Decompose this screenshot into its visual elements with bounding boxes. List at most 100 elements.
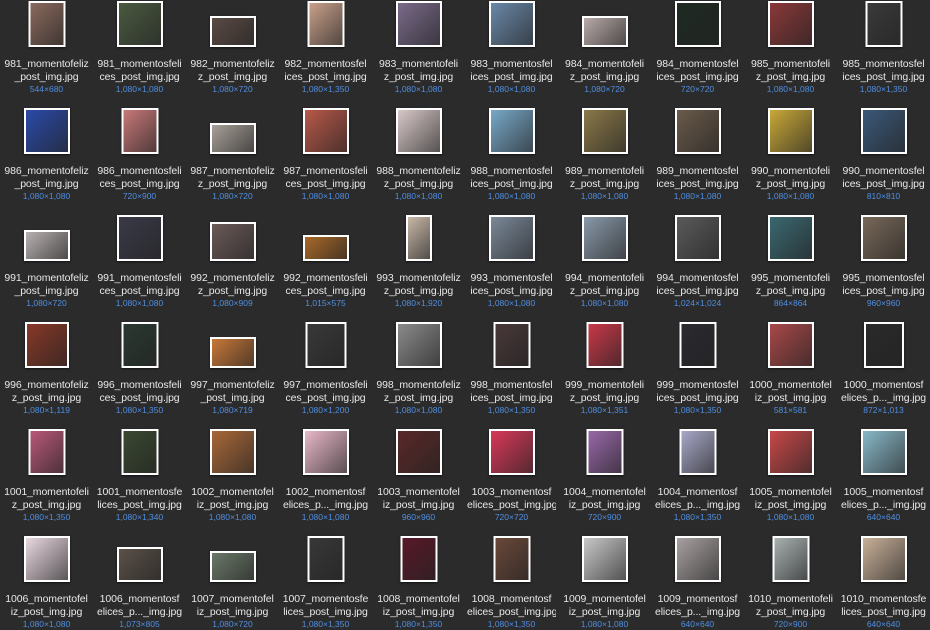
image-thumbnail[interactable] bbox=[488, 429, 535, 475]
image-thumbnail[interactable] bbox=[209, 123, 256, 154]
image-thumbnail[interactable] bbox=[209, 551, 256, 582]
file-item[interactable]: 985_momentofeli z_post_img.jpg 1,080×1,080 bbox=[744, 0, 837, 95]
file-item[interactable]: 1007_momentosfe lices_post_img.jpg 1,080×1… bbox=[279, 535, 372, 630]
file-item[interactable]: 991_momentofeliz _post_img.jpg 1,080×720 bbox=[0, 214, 93, 309]
file-item[interactable]: 1002_momentosf elices_p..._img.jpg 1,080×1… bbox=[279, 428, 372, 523]
image-thumbnail[interactable] bbox=[116, 1, 163, 47]
image-thumbnail[interactable] bbox=[395, 1, 442, 47]
image-thumbnail[interactable] bbox=[305, 322, 346, 368]
image-thumbnail[interactable] bbox=[307, 1, 344, 47]
image-thumbnail[interactable] bbox=[860, 108, 907, 154]
file-item[interactable]: 988_momentosfel ices_post_img.jpg 1,080×1,… bbox=[465, 107, 558, 202]
image-thumbnail[interactable] bbox=[121, 429, 158, 475]
image-thumbnail[interactable] bbox=[863, 322, 904, 368]
image-thumbnail[interactable] bbox=[493, 536, 530, 582]
image-thumbnail[interactable] bbox=[23, 108, 70, 154]
image-thumbnail[interactable] bbox=[674, 1, 721, 47]
file-item[interactable]: 1002_momentofel iz_post_img.jpg 1,080×1,08… bbox=[186, 428, 279, 523]
image-thumbnail[interactable] bbox=[767, 108, 814, 154]
file-item[interactable]: 984_momentosfel ices_post_img.jpg 720×720 bbox=[651, 0, 744, 95]
image-thumbnail[interactable] bbox=[488, 215, 535, 261]
file-item[interactable]: 994_momentofeli z_post_img.jpg 1,080×1,080 bbox=[558, 214, 651, 309]
image-thumbnail[interactable] bbox=[767, 1, 814, 47]
image-thumbnail[interactable] bbox=[674, 536, 721, 582]
file-item[interactable]: 1010_momentosfe lices_post_img.jpg 640×640 bbox=[837, 535, 930, 630]
file-item[interactable]: 990_momentofeli z_post_img.jpg 1,080×1,080 bbox=[744, 107, 837, 202]
image-thumbnail[interactable] bbox=[395, 108, 442, 154]
image-thumbnail[interactable] bbox=[302, 108, 349, 154]
image-thumbnail[interactable] bbox=[679, 322, 716, 368]
file-item[interactable]: 1004_momentosf elices_p..._img.jpg 1,080×1… bbox=[651, 428, 744, 523]
file-item[interactable]: 983_momentosfel ices_post_img.jpg 1,080×1,… bbox=[465, 0, 558, 95]
file-item[interactable]: 1000_momentosf elices_p..._img.jpg 872×1,0… bbox=[837, 321, 930, 416]
file-item[interactable]: 981_momentofeliz _post_img.jpg 544×680 bbox=[0, 0, 93, 95]
image-thumbnail[interactable] bbox=[209, 429, 256, 475]
image-thumbnail[interactable] bbox=[581, 16, 628, 47]
file-item[interactable]: 995_momentofeli z_post_img.jpg 864×864 bbox=[744, 214, 837, 309]
image-thumbnail[interactable] bbox=[28, 429, 65, 475]
image-thumbnail[interactable] bbox=[767, 429, 814, 475]
image-thumbnail[interactable] bbox=[23, 230, 70, 261]
image-thumbnail[interactable] bbox=[586, 322, 623, 368]
image-thumbnail[interactable] bbox=[28, 1, 65, 47]
file-item[interactable]: 1005_momentofel iz_post_img.jpg 1,080×1,08… bbox=[744, 428, 837, 523]
file-item[interactable]: 996_momentosfeli ces_post_img.jpg 1,080×1,… bbox=[93, 321, 186, 416]
image-thumbnail[interactable] bbox=[116, 215, 163, 261]
image-thumbnail[interactable] bbox=[865, 1, 902, 47]
image-thumbnail[interactable] bbox=[679, 429, 716, 475]
file-item[interactable]: 983_momentofeli z_post_img.jpg 1,080×1,080 bbox=[372, 0, 465, 95]
image-thumbnail[interactable] bbox=[860, 215, 907, 261]
image-thumbnail[interactable] bbox=[488, 108, 535, 154]
file-item[interactable]: 1004_momentofel iz_post_img.jpg 720×900 bbox=[558, 428, 651, 523]
image-thumbnail[interactable] bbox=[121, 108, 158, 154]
image-thumbnail[interactable] bbox=[395, 429, 442, 475]
file-item[interactable]: 986_momentosfeli ces_post_img.jpg 720×900 bbox=[93, 107, 186, 202]
image-thumbnail[interactable] bbox=[674, 108, 721, 154]
file-item[interactable]: 1006_momentofel iz_post_img.jpg 1,080×1,08… bbox=[0, 535, 93, 630]
file-item[interactable]: 998_momentosfel ices_post_img.jpg 1,080×1,… bbox=[465, 321, 558, 416]
file-item[interactable]: 1003_momentosf elices_post_img.jpg 720×720 bbox=[465, 428, 558, 523]
file-item[interactable]: 999_momentofeli z_post_img.jpg 1,080×1,351 bbox=[558, 321, 651, 416]
file-item[interactable]: 1003_momentofel iz_post_img.jpg 960×960 bbox=[372, 428, 465, 523]
image-thumbnail[interactable] bbox=[400, 536, 437, 582]
image-thumbnail[interactable] bbox=[209, 222, 256, 261]
file-item[interactable]: 987_momentofeliz z_post_img.jpg 1,080×720 bbox=[186, 107, 279, 202]
image-thumbnail[interactable] bbox=[209, 337, 256, 368]
image-thumbnail[interactable] bbox=[767, 322, 814, 368]
image-thumbnail[interactable] bbox=[581, 536, 628, 582]
image-thumbnail[interactable] bbox=[209, 16, 256, 47]
image-thumbnail[interactable] bbox=[581, 108, 628, 154]
file-item[interactable]: 982_momentofeliz z_post_img.jpg 1,080×720 bbox=[186, 0, 279, 95]
image-thumbnail[interactable] bbox=[307, 536, 344, 582]
file-item[interactable]: 988_momentofeliz z_post_img.jpg 1,080×1,08… bbox=[372, 107, 465, 202]
image-thumbnail[interactable] bbox=[586, 429, 623, 475]
image-thumbnail[interactable] bbox=[493, 322, 530, 368]
file-item[interactable]: 1001_momentofeli z_post_img.jpg 1,080×1,35… bbox=[0, 428, 93, 523]
file-item[interactable]: 1008_momentosf elices_post_img.jpg 1,080×1… bbox=[465, 535, 558, 630]
image-thumbnail[interactable] bbox=[488, 1, 535, 47]
file-item[interactable]: 1008_momentofel iz_post_img.jpg 1,080×1,35… bbox=[372, 535, 465, 630]
file-item[interactable]: 997_momentosfeli ces_post_img.jpg 1,080×1,… bbox=[279, 321, 372, 416]
image-thumbnail[interactable] bbox=[767, 215, 814, 261]
file-item[interactable]: 989_momentofeli z_post_img.jpg 1,080×1,080 bbox=[558, 107, 651, 202]
image-thumbnail[interactable] bbox=[772, 536, 809, 582]
image-thumbnail[interactable] bbox=[860, 429, 907, 475]
file-item[interactable]: 1005_momentosf elices_p..._img.jpg 640×640 bbox=[837, 428, 930, 523]
image-thumbnail[interactable] bbox=[674, 215, 721, 261]
file-item[interactable]: 998_momentofeliz z_post_img.jpg 1,080×1,08… bbox=[372, 321, 465, 416]
file-item[interactable]: 1009_momentofel iz_post_img.jpg 1,080×1,08… bbox=[558, 535, 651, 630]
file-item[interactable]: 991_momentosfeli ces_post_img.jpg 1,080×1,… bbox=[93, 214, 186, 309]
file-item[interactable]: 1010_momentofeli z_post_img.jpg 720×900 bbox=[744, 535, 837, 630]
image-thumbnail[interactable] bbox=[405, 215, 432, 261]
image-thumbnail[interactable] bbox=[395, 322, 442, 368]
image-thumbnail[interactable] bbox=[24, 322, 69, 368]
file-item[interactable]: 986_momentofeliz _post_img.jpg 1,080×1,080 bbox=[0, 107, 93, 202]
file-item[interactable]: 989_momentosfel ices_post_img.jpg 1,080×1,… bbox=[651, 107, 744, 202]
file-item[interactable]: 985_momentosfel ices_post_img.jpg 1,080×1,… bbox=[837, 0, 930, 95]
file-item[interactable]: 999_momentosfel ices_post_img.jpg 1,080×1,… bbox=[651, 321, 744, 416]
image-thumbnail[interactable] bbox=[860, 536, 907, 582]
file-item[interactable]: 1007_momentofel iz_post_img.jpg 1,080×720 bbox=[186, 535, 279, 630]
file-item[interactable]: 1006_momentosf elices_p..._img.jpg 1,073×8… bbox=[93, 535, 186, 630]
image-thumbnail[interactable] bbox=[23, 536, 70, 582]
image-thumbnail[interactable] bbox=[581, 215, 628, 261]
